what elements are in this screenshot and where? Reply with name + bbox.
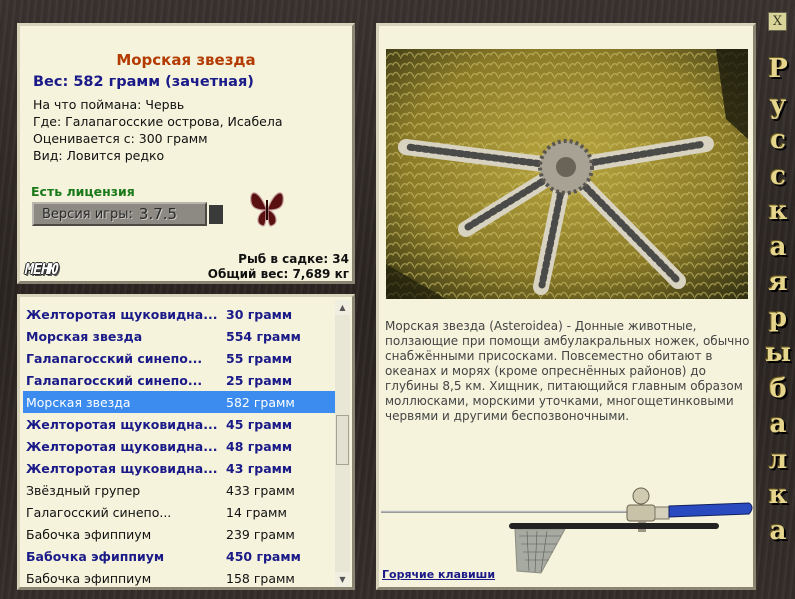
title-letter: а	[769, 515, 787, 546]
fish-name: Желторотая щуковидна...	[26, 461, 218, 476]
catch-list-item[interactable]: Желторотая щуковидна... 30 грамм	[23, 303, 340, 325]
fish-weight-cell: 158 грамм	[226, 571, 295, 586]
title-letter: ы	[764, 338, 792, 368]
fish-weight: Вес: 582 грамм (зачетная)	[33, 74, 254, 90]
fish-name: Бабочка эфиппиум	[26, 549, 165, 564]
catch-list-item[interactable]: Бабочка эфиппиум 158 грамм	[23, 567, 340, 589]
fish-weight-cell: 239 грамм	[226, 527, 295, 542]
catch-list-item[interactable]: Желторотая щуковидна... 48 грамм	[23, 435, 340, 457]
catch-list-item[interactable]: Желторотая щуковидна... 45 грамм	[23, 413, 340, 435]
fish-weight-cell: 450 грамм	[226, 549, 301, 564]
fish-count: Рыб в садке: 34	[238, 252, 349, 266]
hotkeys-link[interactable]: Горячие клавиши	[382, 568, 495, 581]
fish-weight-cell: 582 грамм	[226, 395, 295, 410]
scroll-up-icon[interactable]: ▲	[335, 300, 350, 315]
title-letter: а	[769, 409, 787, 439]
scroll-thumb[interactable]	[336, 415, 349, 465]
fish-weight-cell: 433 грамм	[226, 483, 295, 498]
license-status: Есть лицензия	[31, 184, 135, 199]
catch-stats: Рыб в садке: 34 Общий вес: 7,689 кг	[208, 252, 349, 282]
valued-from-info: Оценивается с: 300 грамм	[33, 131, 208, 146]
version-value: 3.7.5	[138, 205, 178, 223]
catch-list-item[interactable]: Звёздный групер 433 грамм	[23, 479, 340, 501]
catch-list-item-selected[interactable]: Морская звезда 582 грамм	[23, 391, 340, 413]
catch-list-item[interactable]: Галапагосский синепо... 25 грамм	[23, 369, 340, 391]
title-letter: а	[769, 231, 787, 262]
fish-name: Бабочка эфиппиум	[26, 571, 152, 586]
fish-weight-cell: 48 грамм	[226, 439, 293, 454]
fish-weight-cell: 45 грамм	[226, 417, 293, 432]
scroll-down-icon[interactable]: ▼	[335, 572, 350, 587]
fish-title: Морская звезда	[116, 51, 256, 69]
location-info: Где: Галапагосские острова, Исабела	[33, 114, 283, 129]
fish-name: Звёздный групер	[26, 483, 141, 498]
catch-list-item[interactable]: Желторотая щуковидна... 43 грамм	[23, 457, 340, 479]
catch-list-item[interactable]: Морская звезда 554 грамм	[23, 325, 340, 347]
version-label: Версия игры:	[42, 206, 133, 222]
rarity-info: Вид: Ловится редко	[33, 148, 165, 163]
close-button[interactable]: X	[768, 12, 787, 31]
fish-weight-cell: 554 грамм	[226, 329, 301, 344]
fish-weight-cell: 55 грамм	[226, 351, 293, 366]
fish-name: Галапагосский синепо...	[26, 373, 203, 388]
fish-name: Желторотая щуковидна...	[26, 439, 218, 454]
catch-list-item[interactable]: Бабочка эфиппиум 450 грамм	[23, 545, 340, 567]
fish-name: Галапагосский синепо...	[26, 351, 203, 366]
title-letter: я	[768, 267, 788, 297]
total-weight: Общий вес: 7,689 кг	[207, 267, 349, 281]
catch-info-panel: Морская звезда Вес: 582 грамм (зачетная)…	[17, 23, 355, 284]
catch-list-item[interactable]: Галапагосский синепо... 55 грамм	[23, 347, 340, 369]
fish-name: Желторотая щуковидна...	[26, 307, 218, 322]
fish-name: Желторотая щуковидна...	[26, 417, 218, 432]
butterfly-icon[interactable]	[249, 186, 285, 234]
fish-description: Морская звезда (Asteroidea) - Донные жив…	[385, 319, 750, 423]
tackle-illustration	[379, 481, 755, 580]
title-letter: Р	[768, 54, 788, 84]
title-letter: к	[768, 480, 788, 510]
fish-weight-cell: 14 грамм	[226, 505, 287, 520]
title-letter: с	[770, 160, 786, 191]
fish-name: Галагосский синепо...	[26, 505, 172, 520]
version-box-edge	[209, 205, 223, 224]
fish-weight-cell: 25 грамм	[226, 373, 293, 388]
catch-list-item[interactable]: Бабочка эфиппиум 239 грамм	[23, 523, 340, 545]
title-letter: у	[769, 89, 787, 120]
vertical-game-title: Русскаярыбалка	[764, 52, 792, 549]
catch-list-item[interactable]: Галагосский синепо... 14 грамм	[23, 501, 340, 523]
fish-name: Бабочка эфиппиум	[26, 527, 152, 542]
catch-list: Желторотая щуковидна... 30 грамм Морская з…	[23, 303, 340, 589]
title-letter: р	[768, 302, 788, 333]
title-letter: к	[768, 196, 788, 226]
fish-detail-panel: Морская звезда (Asteroidea) - Донные жив…	[376, 23, 756, 590]
fish-weight-cell: 43 грамм	[226, 461, 293, 476]
game-version-box: Версия игры: 3.7.5	[32, 202, 207, 226]
catch-list-panel: Желторотая щуковидна... 30 грамм Морская з…	[17, 294, 355, 590]
menu-button[interactable]: МЕНЮ	[23, 260, 59, 278]
title-letter: л	[768, 444, 788, 475]
fish-name: Морская звезда	[26, 329, 143, 344]
title-letter: с	[770, 125, 786, 155]
starfish-photo	[386, 49, 748, 299]
fish-weight-cell: 30 грамм	[226, 307, 293, 322]
list-scrollbar[interactable]: ▲ ▼	[335, 300, 350, 587]
fish-name: Морская звезда	[26, 395, 131, 410]
bait-info: На что поймана: Червь	[33, 97, 185, 112]
title-letter: б	[769, 373, 787, 404]
